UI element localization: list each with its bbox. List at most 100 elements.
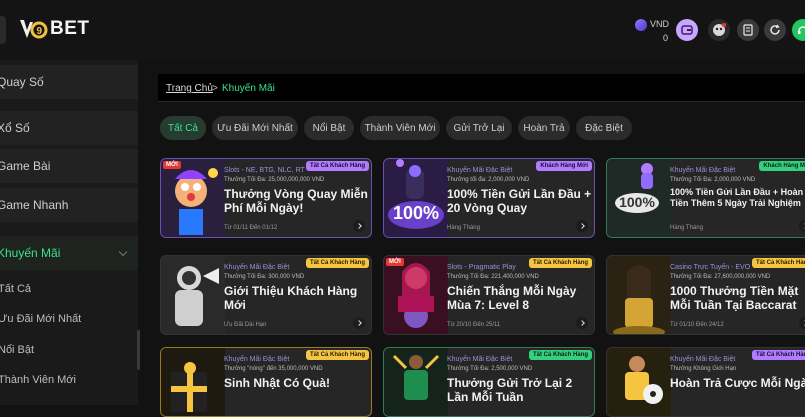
filter-chip-redeposit[interactable]: Gửi Trở Lại bbox=[446, 116, 512, 140]
filter-chip-new-member[interactable]: Thành Viên Mới bbox=[360, 116, 440, 140]
promo-card[interactable]: Tất Cả Khách Hàng Khuyến Mãi Đặc Biệt Th… bbox=[606, 347, 805, 417]
chevron-right-icon[interactable] bbox=[353, 317, 365, 329]
sidebar-item-xo-so[interactable]: Xổ Số bbox=[0, 111, 138, 145]
promo-art-100-percent: 100% bbox=[384, 159, 448, 237]
breadcrumb-current: Khuyến Mãi bbox=[222, 83, 275, 94]
logo[interactable]: 9 BET bbox=[18, 14, 90, 44]
chevron-right-icon[interactable] bbox=[799, 220, 805, 232]
filter-chip-special[interactable]: Đặc Biệt bbox=[576, 116, 632, 140]
promo-title: Thưởng Gửi Trở Lại 2 Lần Mỗi Tuần bbox=[447, 376, 573, 404]
sidebar-item-label: Game Nhanh bbox=[0, 198, 69, 212]
promo-card[interactable]: Tất Cả Khách Hàng Khuyến Mãi Đặc Biệt Th… bbox=[160, 255, 372, 335]
audience-tag: Khách Hàng Mới bbox=[759, 161, 805, 171]
promo-art-label: 100% bbox=[393, 203, 439, 223]
support-button[interactable] bbox=[792, 19, 805, 41]
promo-title: 100% Tiền Gửi Lần Đầu + Hoàn Tiền Thêm 5… bbox=[670, 187, 804, 208]
promo-category: Khuyến Mãi Đặc Biệt bbox=[447, 356, 513, 363]
sidebar-item-game-bai[interactable]: Game Bài bbox=[0, 149, 138, 183]
promo-max-reward: Thưởng Không Giới Hạn bbox=[670, 366, 737, 372]
audience-tag: Khách Hàng Mới bbox=[536, 161, 592, 171]
promo-card[interactable]: MỚI Tất Cả Khách Hàng Slots - Pragmatic … bbox=[383, 255, 595, 335]
audience-tag: Tất Cả Khách Hàng bbox=[528, 258, 592, 268]
promo-art-clown bbox=[161, 159, 225, 237]
audience-tag: Tất Cả Khách Hàng bbox=[305, 161, 369, 171]
chevron-right-icon[interactable] bbox=[353, 220, 365, 232]
filter-chip-all[interactable]: Tất Cả bbox=[160, 116, 206, 140]
sidebar-item-label: Khuyến Mãi bbox=[0, 246, 61, 260]
promo-date: Hàng Tháng bbox=[670, 225, 703, 231]
promo-art-gift-box bbox=[161, 348, 225, 416]
svg-text:9: 9 bbox=[37, 26, 43, 37]
promo-category: Khuyến Mãi Đặc Biệt bbox=[224, 264, 290, 271]
audience-tag: Tất Cả Khách Hàng bbox=[751, 350, 805, 360]
promo-art-soccer-ball bbox=[607, 348, 671, 416]
menu-toggle[interactable] bbox=[0, 16, 6, 44]
promo-date: Từ 01/10 Đến 24/12 bbox=[670, 322, 724, 328]
sidebar: Quay Số Xổ Số Game Bài Game Nhanh Khuyến… bbox=[0, 60, 140, 405]
promo-max-reward: Thưởng Tối Đa: 2,500,000 VND bbox=[447, 366, 533, 372]
promo-title: Giới Thiệu Khách Hàng Mới bbox=[224, 284, 358, 312]
balance-value: 0 bbox=[663, 33, 669, 43]
sidebar-scrollbar[interactable] bbox=[137, 330, 140, 370]
audience-tag: Tất Cả Khách Hàng bbox=[305, 258, 369, 268]
sidebar-item-game-nhanh[interactable]: Game Nhanh bbox=[0, 188, 138, 222]
sidebar-item-label: Quay Số bbox=[0, 75, 44, 89]
sidebar-item-label: Game Bài bbox=[0, 159, 51, 173]
promo-card[interactable]: 100% Khách Hàng Mới Khuyến Mãi Đặc Biệt … bbox=[383, 158, 595, 238]
sidebar-item-quay-so[interactable]: Quay Số bbox=[0, 65, 138, 99]
deposit-button[interactable] bbox=[676, 19, 698, 41]
promo-card[interactable]: 100% Khách Hàng Mới Khuyến Mãi Đặc Biệt … bbox=[606, 158, 805, 238]
filter-chip-featured[interactable]: Nổi Bật bbox=[304, 116, 354, 140]
promo-title: Hoàn Trả Cược Mỗi Ngày bbox=[670, 376, 805, 390]
promo-date: Hàng Tháng bbox=[447, 225, 480, 231]
audience-tag: Tất Cả Khách Hàng bbox=[305, 350, 369, 360]
filter-chip-latest[interactable]: Ưu Đãi Mới Nhất bbox=[212, 116, 298, 140]
document-icon bbox=[743, 24, 753, 36]
promo-category: Khuyến Mãi Đặc Biệt bbox=[447, 167, 513, 174]
promo-title: Chiến Thắng Mỗi Ngày Mùa 7: Level 8 bbox=[447, 284, 577, 312]
sidebar-sub-latest[interactable]: Ưu Đãi Mới Nhất bbox=[0, 313, 81, 325]
promo-category: Khuyến Mãi Đặc Biệt bbox=[224, 356, 290, 363]
promo-title: Thưởng Vòng Quay Miễn Phí Mỗi Ngày! bbox=[224, 187, 368, 215]
promo-art-100-percent-astronaut: 100% bbox=[607, 159, 671, 237]
promo-art-label: 100% bbox=[619, 194, 655, 210]
logo-text: BET bbox=[50, 18, 90, 39]
notes-button[interactable] bbox=[737, 19, 759, 41]
wallet-icon bbox=[681, 25, 693, 35]
promo-max-reward: Thưởng Tối Đa: 2,000,000 VND bbox=[670, 177, 756, 183]
sidebar-sub-new-member[interactable]: Thành Viên Mới bbox=[0, 374, 76, 386]
promo-title: 1000 Thưởng Tiền Mặt Mỗi Tuần Tại Baccar… bbox=[670, 284, 799, 312]
promo-card[interactable]: Tất Cả Khách Hàng Khuyến Mãi Đặc Biệt Th… bbox=[383, 347, 595, 417]
wallet-balance[interactable]: VND 0 bbox=[635, 17, 675, 47]
new-badge: MỚI bbox=[163, 161, 181, 169]
promo-art-fortune-teller bbox=[384, 256, 448, 334]
promo-max-reward: Thưởng Tối Đa: 25,000,000,000 VND bbox=[224, 177, 325, 183]
avatar[interactable] bbox=[708, 19, 730, 41]
promo-date: Từ 01/11 Đến 01/12 bbox=[224, 225, 278, 231]
top-bar: 9 BET VND 0 bbox=[0, 0, 805, 60]
promo-card[interactable]: MỚI Tất Cả Khách Hàng Slots - NE, BTG, N… bbox=[160, 158, 372, 238]
logo-mark-icon: 9 bbox=[18, 14, 48, 44]
promo-card[interactable]: Tất Cả Khách Hàng Khuyến Mãi Đặc Biệt Th… bbox=[160, 347, 372, 417]
sidebar-sub-all[interactable]: Tất Cả bbox=[0, 283, 31, 295]
chevron-right-icon[interactable] bbox=[799, 317, 805, 329]
audience-tag: Tất Cả Khách Hàng bbox=[528, 350, 592, 360]
breadcrumb: Trang Chủ > Khuyến Mãi bbox=[158, 74, 805, 102]
chevron-right-icon[interactable] bbox=[576, 220, 588, 232]
promo-max-reward: Thưởng tối đa: 2,000,000 VND bbox=[447, 177, 530, 183]
chevron-right-icon[interactable] bbox=[576, 317, 588, 329]
promo-card[interactable]: Tất Cả Khách Hàng Casino Trực Tuyến - EV… bbox=[606, 255, 805, 335]
breadcrumb-home-link[interactable]: Trang Chủ bbox=[166, 83, 213, 94]
sidebar-item-khuyen-mai[interactable]: Khuyến Mãi bbox=[0, 236, 138, 270]
promo-max-reward: Thưởng Tối Đa: 300,000 VND bbox=[224, 274, 305, 280]
coin-icon bbox=[635, 19, 647, 31]
sidebar-sub-featured[interactable]: Nổi Bật bbox=[0, 344, 34, 356]
promo-date: Từ 20/10 Đến 25/11 bbox=[447, 322, 501, 328]
filter-chip-rebate[interactable]: Hoàn Trả bbox=[518, 116, 570, 140]
avatar-robot-icon bbox=[713, 23, 726, 36]
audience-tag: Tất Cả Khách Hàng bbox=[751, 258, 805, 268]
promo-category: Slots - Pragmatic Play bbox=[447, 264, 516, 271]
promo-art-astronaut bbox=[161, 256, 225, 334]
headset-icon bbox=[798, 26, 805, 34]
refresh-button[interactable] bbox=[764, 19, 786, 41]
